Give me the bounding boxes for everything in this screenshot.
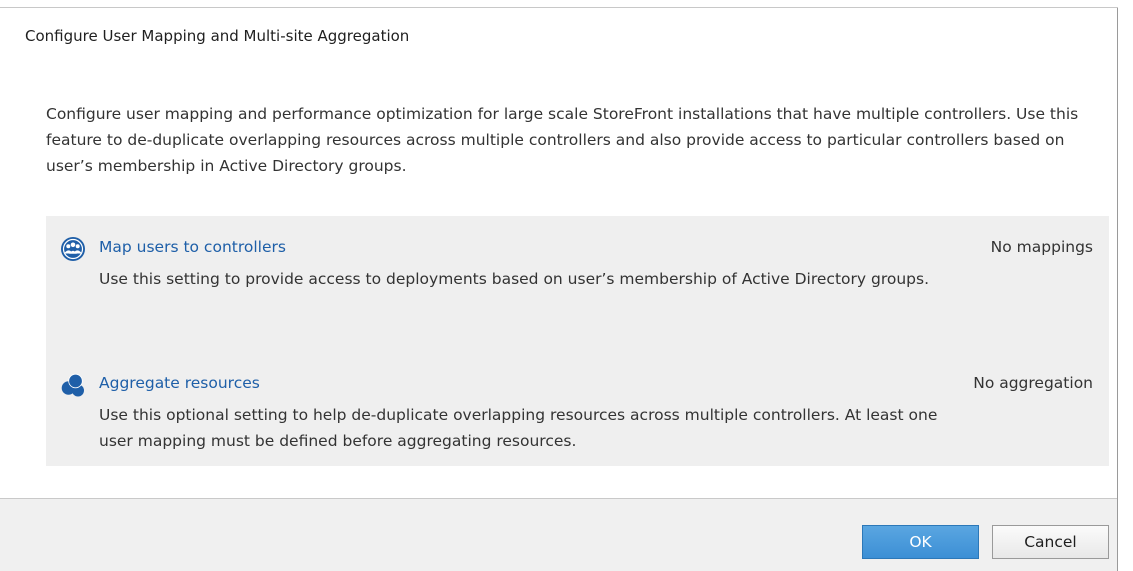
ok-button[interactable]: OK [862, 525, 979, 559]
dialog-title: Configure User Mapping and Multi-site Ag… [25, 27, 410, 45]
aggregate-resources-description: Use this optional setting to help de-dup… [99, 406, 938, 450]
dialog-description: Configure user mapping and performance o… [46, 105, 1079, 175]
options-panel: Map users to controllers No mappings Use… [46, 216, 1109, 466]
map-users-to-controllers-link[interactable]: Map users to controllers [99, 238, 286, 256]
dialog-footer: OK Cancel [0, 498, 1117, 571]
aggregate-resources-icon [60, 372, 86, 398]
window-top-edge [0, 0, 1118, 8]
aggregate-resources-link[interactable]: Aggregate resources [99, 374, 260, 392]
configure-user-mapping-dialog: Configure User Mapping and Multi-site Ag… [0, 0, 1118, 571]
map-users-description: Use this setting to provide access to de… [99, 270, 929, 288]
map-users-status: No mappings [990, 238, 1093, 256]
cancel-button[interactable]: Cancel [992, 525, 1109, 559]
users-group-icon [60, 236, 86, 262]
aggregate-resources-status: No aggregation [973, 374, 1093, 392]
